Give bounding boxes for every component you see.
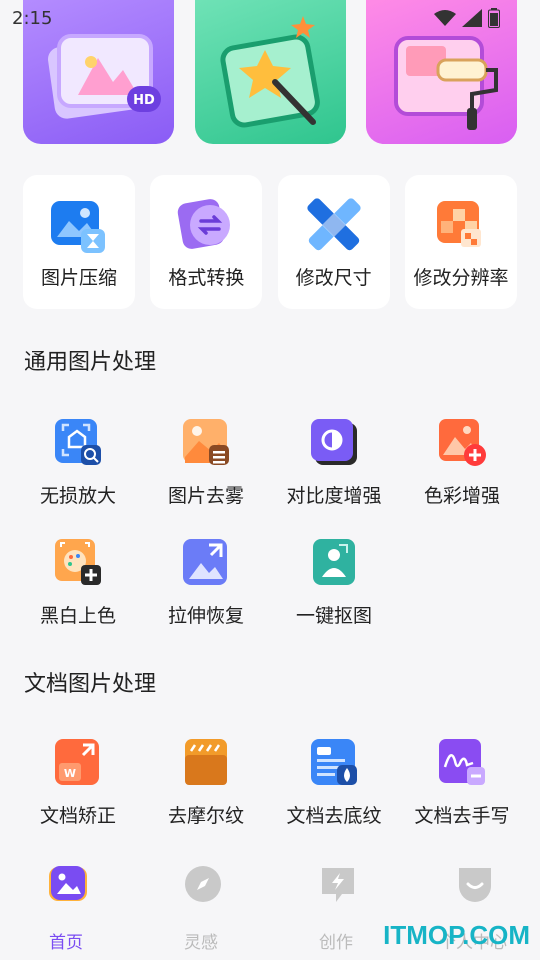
tool-label: 修改尺寸 xyxy=(295,267,372,289)
item-color-enhance[interactable]: 色彩增强 xyxy=(407,417,517,517)
item-label: 色彩增强 xyxy=(423,485,500,507)
tab-label: 灵感 xyxy=(184,933,218,953)
lossless-upscale-icon xyxy=(55,419,101,465)
section-title-document: 文档图片处理 xyxy=(24,672,157,697)
svg-text:W: W xyxy=(64,767,76,780)
item-stretch-restore[interactable]: 拉伸恢复 xyxy=(151,537,261,637)
wifi-icon xyxy=(434,10,456,26)
resize-icon xyxy=(307,198,361,251)
tool-resize[interactable]: 修改尺寸 xyxy=(277,175,390,309)
image-compress-icon xyxy=(51,201,105,253)
item-label: 拉伸恢复 xyxy=(167,605,244,627)
doc-correct-icon: W xyxy=(55,739,99,785)
item-label: 文档去底纹 xyxy=(286,805,382,827)
tab-inspiration[interactable]: 灵感 xyxy=(141,860,261,953)
format-convert-icon xyxy=(178,199,231,249)
item-label: 黑白上色 xyxy=(39,605,116,627)
tool-label: 修改分辨率 xyxy=(413,267,509,289)
item-label: 无损放大 xyxy=(39,485,116,507)
status-bar: 2:15 xyxy=(0,0,540,36)
item-label: 一键抠图 xyxy=(295,605,372,627)
color-enhance-icon xyxy=(439,419,486,466)
tool-label: 格式转换 xyxy=(168,267,245,289)
signal-icon xyxy=(462,9,482,27)
home-gallery-icon xyxy=(49,866,87,901)
item-lossless-upscale[interactable]: 无损放大 xyxy=(23,417,133,517)
item-moire-remove[interactable]: 去摩尔纹 xyxy=(151,737,261,837)
dehaze-icon xyxy=(183,419,229,465)
item-handwriting-remove[interactable]: 文档去手写 xyxy=(407,737,517,837)
lightning-chat-icon xyxy=(322,868,354,902)
moire-remove-icon xyxy=(185,739,227,785)
colorize-icon xyxy=(55,539,101,585)
watermark: ITMOP.COM xyxy=(383,920,530,950)
svg-text:HD: HD xyxy=(133,93,155,108)
tool-resolution[interactable]: 修改分辨率 xyxy=(404,175,517,309)
item-contrast[interactable]: 对比度增强 xyxy=(279,417,389,517)
contrast-icon xyxy=(311,419,357,465)
stretch-restore-icon xyxy=(183,539,227,585)
tab-label: 创作 xyxy=(319,933,353,953)
tool-image-compress[interactable]: 图片压缩 xyxy=(23,175,135,309)
compass-icon xyxy=(185,866,221,902)
item-label: 文档矫正 xyxy=(39,805,116,827)
item-colorize[interactable]: 黑白上色 xyxy=(23,537,133,637)
tab-home[interactable]: 首页 xyxy=(6,860,126,953)
item-label: 图片去雾 xyxy=(167,485,244,507)
tool-format-convert[interactable]: 格式转换 xyxy=(150,175,263,309)
doc-background-remove-icon xyxy=(311,739,357,785)
battery-icon xyxy=(488,8,500,28)
quick-tools: 图片压缩 格式转换 修改尺寸 修改分辨率 xyxy=(23,175,517,309)
tab-create[interactable]: 创作 xyxy=(276,860,396,953)
tool-label: 图片压缩 xyxy=(40,267,117,289)
status-time: 2:15 xyxy=(12,8,53,29)
item-label: 去摩尔纹 xyxy=(167,805,244,827)
item-label: 对比度增强 xyxy=(286,485,382,507)
handwriting-remove-icon xyxy=(439,739,485,785)
tab-label: 首页 xyxy=(49,933,83,953)
item-label: 文档去手写 xyxy=(414,805,510,827)
cutout-icon xyxy=(313,539,355,585)
item-doc-background-remove[interactable]: 文档去底纹 xyxy=(279,737,389,837)
item-dehaze[interactable]: 图片去雾 xyxy=(151,417,261,517)
item-cutout[interactable]: 一键抠图 xyxy=(279,537,389,637)
profile-face-icon xyxy=(459,868,491,902)
item-doc-correct[interactable]: W 文档矫正 xyxy=(23,737,133,837)
resolution-icon xyxy=(436,201,481,247)
status-icons xyxy=(434,8,500,28)
section-title-general: 通用图片处理 xyxy=(24,350,157,375)
